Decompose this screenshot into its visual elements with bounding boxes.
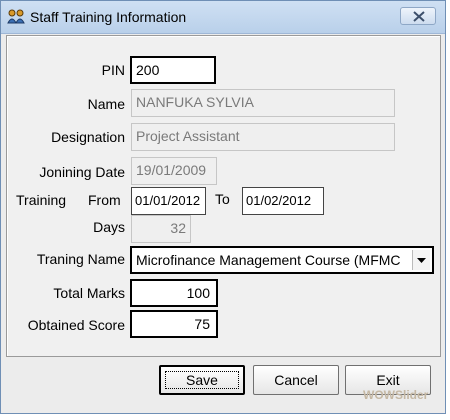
designation-label: Designation <box>51 129 125 145</box>
to-date-input[interactable]: 01/02/2012 <box>242 187 324 215</box>
chevron-down-icon <box>417 258 426 263</box>
training-label: Training <box>16 192 67 208</box>
dropdown-button[interactable] <box>412 250 430 270</box>
total-marks-input[interactable]: 100 <box>130 279 218 307</box>
focus-rectangle <box>165 371 239 389</box>
button-bar-separator <box>6 356 439 357</box>
window-title: Staff Training Information <box>30 9 187 25</box>
cancel-button-label: Cancel <box>274 372 318 388</box>
staff-training-window: Staff Training Information PIN 200 Name … <box>0 0 446 414</box>
training-name-select[interactable]: Microfinance Management Course (MFMC <box>130 246 434 274</box>
joining-date-field: 19/01/2009 <box>131 157 217 185</box>
pin-label: PIN <box>101 62 125 78</box>
name-field: NANFUKA SYLVIA <box>131 89 395 117</box>
save-button[interactable]: Save <box>159 365 245 395</box>
joining-date-label: Jonining Date <box>39 164 125 180</box>
days-field: 32 <box>131 215 191 243</box>
name-label: Name <box>87 96 125 112</box>
obtained-score-label: Obtained Score <box>27 317 125 333</box>
exit-button-label: Exit <box>376 372 400 388</box>
cancel-button[interactable]: Cancel <box>253 365 339 395</box>
close-icon <box>413 11 425 22</box>
designation-field: Project Assistant <box>131 123 395 151</box>
to-label: To <box>215 191 230 207</box>
watermark-text: WOWSlider <box>363 388 429 402</box>
app-people-icon <box>7 8 25 26</box>
title-bar: Staff Training Information <box>1 1 445 34</box>
obtained-score-input[interactable]: 75 <box>130 310 218 338</box>
close-button[interactable] <box>400 7 436 25</box>
total-marks-label: Total Marks <box>53 285 125 301</box>
form-panel: PIN 200 Name NANFUKA SYLVIA Designation … <box>6 35 441 357</box>
training-name-value: Microfinance Management Course (MFMC <box>136 252 401 268</box>
training-name-label: Traning Name <box>36 251 125 267</box>
from-date-input[interactable]: 01/01/2012 <box>131 187 206 215</box>
days-label: Days <box>93 219 125 235</box>
from-label: From <box>88 192 121 208</box>
pin-input[interactable]: 200 <box>130 56 216 84</box>
